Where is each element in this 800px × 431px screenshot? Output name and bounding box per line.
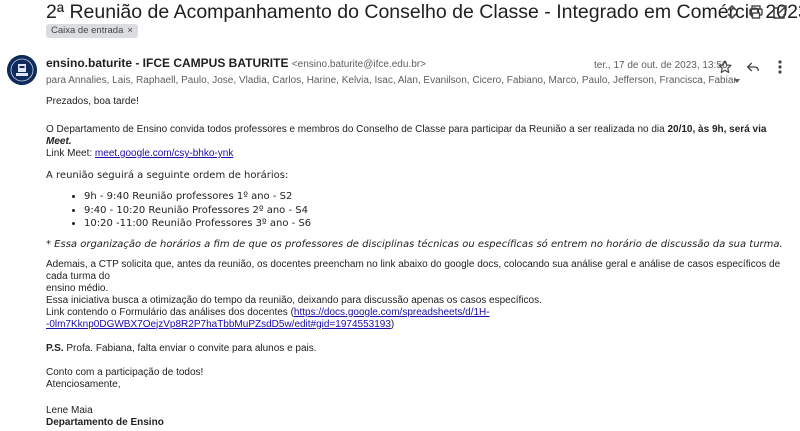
recipients-line: para Annalies, Lais, Raphaell, Paulo, Jo… xyxy=(46,75,736,86)
schedule-item: 10:20 -11:00 Reunião Professores 3º ano … xyxy=(84,217,786,231)
ctp-line-1: Ademais, a CTP solicita que, antes da re… xyxy=(46,258,781,282)
reply-icon[interactable] xyxy=(743,57,763,77)
order-heading: A reunião seguirá a seguinte ordem de ho… xyxy=(46,170,289,181)
ps-line: P.S. Profa. Fabiana, falta enviar o conv… xyxy=(46,343,786,355)
email-subject: 2ª Reunião de Acompanhamento do Conselho… xyxy=(46,1,800,23)
ps-text: Profa. Fabiana, falta enviar o convite p… xyxy=(63,342,317,354)
ctp-line-3: Essa iniciativa busca a otimização do te… xyxy=(46,294,542,306)
sender-line: ensino.baturite - IFCE CAMPUS BATURITE <… xyxy=(46,56,426,70)
print-icon[interactable] xyxy=(746,2,766,22)
form-close: ) xyxy=(390,318,395,330)
form-line: Link contendo o Formulário das análises … xyxy=(46,307,786,331)
more-vert-icon[interactable] xyxy=(770,57,790,77)
sender-email: <ensino.baturite@ifce.edu.br> xyxy=(291,59,426,70)
intro-bold: 20/10, às 9h, será via xyxy=(667,124,767,135)
signature-dept: Departamento de Ensino xyxy=(46,416,164,428)
schedule-note: * Essa organização de horários a fim de … xyxy=(46,238,783,250)
open-in-new-window-icon[interactable] xyxy=(770,2,790,22)
email-body: Prezados, boa tarde! O Departamento de E… xyxy=(46,96,786,429)
caret-down-icon[interactable] xyxy=(734,79,740,83)
sender-name[interactable]: ensino.baturite - IFCE CAMPUS BATURITE xyxy=(46,56,288,70)
ps-label: P.S. xyxy=(46,342,64,354)
meet-label: Link Meet: xyxy=(46,148,95,159)
intro-bold-italic: Meet. xyxy=(46,136,72,147)
closing-line-2: Atenciosamente, xyxy=(46,378,121,390)
recipients-list: para Annalies, Lais, Raphaell, Paulo, Jo… xyxy=(46,75,736,86)
label-chip-text: Caixa de entrada xyxy=(51,25,124,36)
meet-link[interactable]: meet.google.com/csy-bhko-ynk xyxy=(95,148,233,159)
schedule-item: 9:40 - 10:20 Reunião Professores 2º ano … xyxy=(84,204,786,218)
remove-label-icon[interactable]: × xyxy=(127,25,133,36)
inbox-label-chip: Caixa de entrada × xyxy=(46,24,138,38)
intro-text: O Departamento de Ensino convida todos p… xyxy=(46,124,668,135)
schedule-list: 9h - 9:40 Reunião professores 1º ano - S… xyxy=(46,190,786,231)
schedule-item: 9h - 9:40 Reunião professores 1º ano - S… xyxy=(84,190,786,204)
signature-name: Lene Maia xyxy=(46,404,93,416)
ctp-line-2: ensino médio. xyxy=(46,282,109,294)
expand-collapse-icon[interactable] xyxy=(722,2,742,22)
avatar[interactable] xyxy=(7,55,37,85)
closing-line-1: Conto com a participação de todos! xyxy=(46,366,204,378)
email-date: ter., 17 de out. de 2023, 13:50 xyxy=(594,60,728,71)
meet-line: Link Meet: meet.google.com/csy-bhko-ynk xyxy=(46,148,786,160)
intro-paragraph: O Departamento de Ensino convida todos p… xyxy=(46,124,786,148)
form-label: Link contendo o Formulário das análises … xyxy=(46,306,294,318)
greeting: Prezados, boa tarde! xyxy=(46,96,139,107)
star-icon[interactable] xyxy=(715,57,735,77)
